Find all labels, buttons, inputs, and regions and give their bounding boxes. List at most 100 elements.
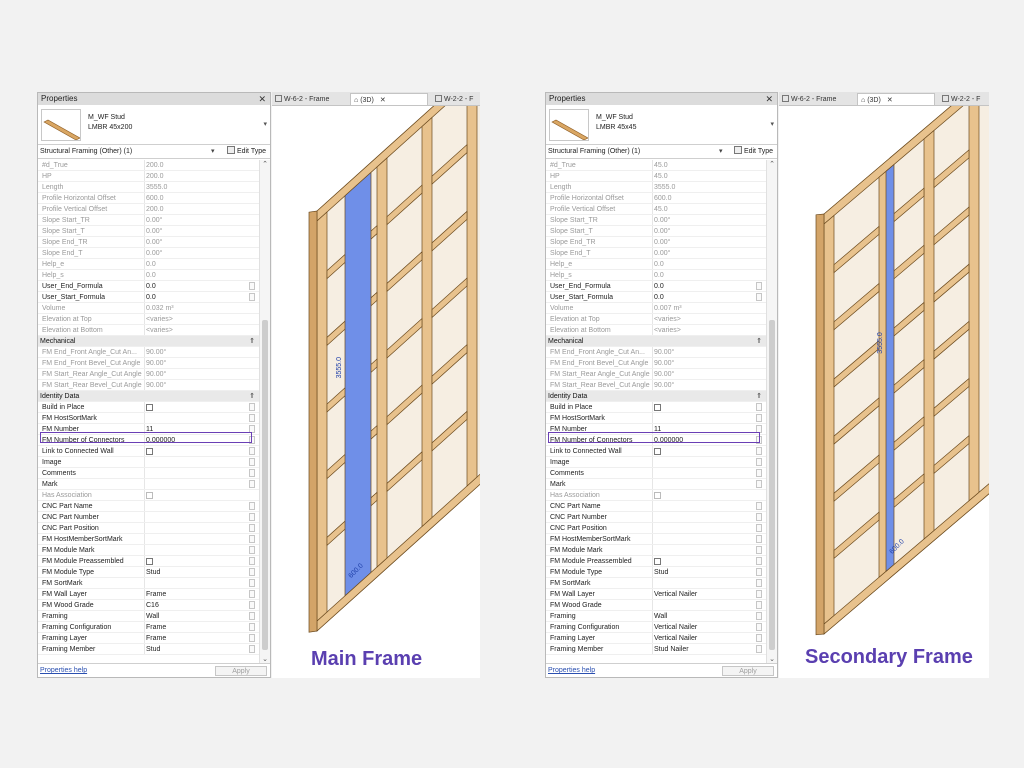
property-row[interactable]: Build in Place xyxy=(546,402,777,413)
property-checkbox[interactable] xyxy=(146,404,153,411)
associate-parameter-button[interactable] xyxy=(756,601,762,609)
property-row[interactable]: FM Module Type Stud xyxy=(546,567,777,578)
associate-parameter-button[interactable] xyxy=(756,546,762,554)
scroll-up-icon[interactable]: ⌃ xyxy=(260,160,270,168)
property-row[interactable]: Framing Member Stud xyxy=(38,644,270,655)
associate-parameter-button[interactable] xyxy=(249,524,255,532)
associate-parameter-button[interactable] xyxy=(249,282,255,290)
property-row[interactable]: FM End_Front Angle_Cut An... 90.00° xyxy=(546,347,777,358)
associate-parameter-button[interactable] xyxy=(756,458,762,466)
associate-parameter-button[interactable] xyxy=(756,513,762,521)
property-row[interactable]: Profile Vertical Offset 200.0 xyxy=(38,204,270,215)
property-row[interactable]: FM HostSortMark xyxy=(546,413,777,424)
collapse-icon[interactable]: ⇑ xyxy=(756,391,762,402)
close-icon[interactable]: ✕ xyxy=(258,93,266,105)
section-header[interactable]: Mechanical ⇑ xyxy=(546,336,777,347)
wall-frame-drawing[interactable]: 3555.0600.0 xyxy=(779,106,989,678)
edit-type-button[interactable]: Edit Type xyxy=(733,145,773,159)
property-row[interactable]: FM SortMark xyxy=(38,578,270,589)
apply-button[interactable]: Apply xyxy=(215,666,267,676)
selected-stud[interactable] xyxy=(885,163,895,573)
properties-scrollbar[interactable]: ⌃ ⌄ xyxy=(766,160,777,663)
stud[interactable] xyxy=(316,211,328,622)
stud[interactable] xyxy=(466,106,478,487)
property-row[interactable]: FM Start_Rear Bevel_Cut Angle 90.00° xyxy=(546,380,777,391)
associate-parameter-button[interactable] xyxy=(249,634,255,642)
property-row[interactable]: HP 45.0 xyxy=(546,171,777,182)
property-row[interactable]: Mark xyxy=(38,479,270,490)
property-value[interactable]: Vertical Nailer xyxy=(654,633,697,644)
property-row[interactable]: FM HostMemberSortMark xyxy=(546,534,777,545)
property-row[interactable]: FM Module Mark xyxy=(546,545,777,556)
property-value[interactable]: Wall xyxy=(654,611,667,622)
property-value[interactable]: 0.0 xyxy=(654,292,664,303)
property-value[interactable]: Stud xyxy=(146,644,160,655)
property-value[interactable]: Stud xyxy=(146,567,160,578)
tab-frame-view[interactable]: W-6-2 - Frame xyxy=(779,93,851,105)
associate-parameter-button[interactable] xyxy=(249,469,255,477)
property-row[interactable]: Framing Wall xyxy=(546,611,777,622)
3d-viewport[interactable]: 3555.0 600.0 xyxy=(272,106,480,678)
associate-parameter-button[interactable] xyxy=(756,535,762,543)
property-checkbox[interactable] xyxy=(654,558,661,565)
collapse-icon[interactable]: ⇑ xyxy=(249,336,255,347)
properties-help-link[interactable]: Properties help xyxy=(548,664,595,678)
property-row[interactable]: Comments xyxy=(546,468,777,479)
associate-parameter-button[interactable] xyxy=(756,502,762,510)
tab-3d-view[interactable]: ⌂ (3D) ✕ xyxy=(857,93,935,105)
property-row[interactable]: Help_e 0.0 xyxy=(546,259,777,270)
stud[interactable] xyxy=(421,116,433,528)
property-value[interactable]: Vertical Nailer xyxy=(654,589,697,600)
associate-parameter-button[interactable] xyxy=(756,612,762,620)
property-row[interactable]: Image xyxy=(38,457,270,468)
associate-parameter-button[interactable] xyxy=(756,403,762,411)
property-row[interactable]: Build in Place xyxy=(38,402,270,413)
property-value[interactable]: 0.0 xyxy=(146,292,156,303)
property-row[interactable]: CNC Part Number xyxy=(546,512,777,523)
stud[interactable] xyxy=(968,106,980,502)
property-checkbox[interactable] xyxy=(146,558,153,565)
property-row[interactable]: Elevation at Top <varies> xyxy=(38,314,270,325)
property-row[interactable]: Volume 0.007 m³ xyxy=(546,303,777,314)
property-row[interactable]: FM Start_Rear Angle_Cut Angle 90.00° xyxy=(546,369,777,380)
associate-parameter-button[interactable] xyxy=(756,568,762,576)
property-value[interactable]: Frame xyxy=(146,633,166,644)
property-row[interactable]: Slope Start_T 0.00° xyxy=(38,226,270,237)
associate-parameter-button[interactable] xyxy=(249,557,255,565)
associate-parameter-button[interactable] xyxy=(249,502,255,510)
associate-parameter-button[interactable] xyxy=(249,546,255,554)
property-row[interactable]: Elevation at Bottom <varies> xyxy=(38,325,270,336)
property-row[interactable]: FM Module Preassembled xyxy=(38,556,270,567)
property-value[interactable]: Wall xyxy=(146,611,159,622)
property-row[interactable]: HP 200.0 xyxy=(38,171,270,182)
chevron-down-icon[interactable]: ▾ xyxy=(211,145,215,159)
stud[interactable] xyxy=(376,157,388,568)
instance-filter[interactable]: Structural Framing (Other) (1) ▾ Edit Ty… xyxy=(546,145,777,159)
property-value[interactable]: Frame xyxy=(146,589,166,600)
section-header[interactable]: Identity Data ⇑ xyxy=(546,391,777,402)
property-row[interactable]: FM SortMark xyxy=(546,578,777,589)
tab-frame-view-2[interactable]: W-2-2 - F xyxy=(939,93,989,105)
property-row[interactable]: Has Association xyxy=(546,490,777,501)
section-header[interactable]: Mechanical ⇑ xyxy=(38,336,270,347)
property-row[interactable]: Framing Configuration Frame xyxy=(38,622,270,633)
property-row[interactable]: Slope Start_TR 0.00° xyxy=(546,215,777,226)
property-row[interactable]: CNC Part Name xyxy=(38,501,270,512)
property-row[interactable]: Help_s 0.0 xyxy=(38,270,270,281)
property-row[interactable]: FM HostMemberSortMark xyxy=(38,534,270,545)
property-value[interactable]: C16 xyxy=(146,600,159,611)
property-row[interactable]: FM Module Mark xyxy=(38,545,270,556)
property-checkbox[interactable] xyxy=(654,404,661,411)
stud[interactable] xyxy=(923,129,935,540)
property-row[interactable]: Elevation at Bottom <varies> xyxy=(546,325,777,336)
property-row[interactable]: Volume 0.032 m³ xyxy=(38,303,270,314)
property-row[interactable]: CNC Part Position xyxy=(38,523,270,534)
wall-frame-drawing[interactable]: 3555.0600.0 xyxy=(272,106,480,678)
associate-parameter-button[interactable] xyxy=(756,557,762,565)
close-tab-icon[interactable]: ✕ xyxy=(380,97,386,104)
associate-parameter-button[interactable] xyxy=(249,645,255,653)
property-row[interactable]: Profile Horizontal Offset 600.0 xyxy=(38,193,270,204)
edit-type-button[interactable]: Edit Type xyxy=(226,145,266,159)
type-selector[interactable]: M_WF Stud LMBR 45x200 ▾ xyxy=(38,105,270,145)
property-row[interactable]: FM HostSortMark xyxy=(38,413,270,424)
